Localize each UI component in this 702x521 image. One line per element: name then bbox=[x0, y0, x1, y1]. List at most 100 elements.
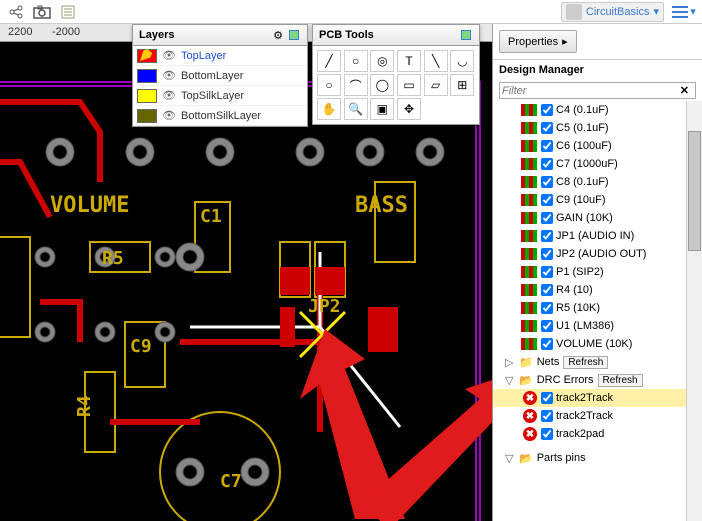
circle-tool-icon[interactable]: ○ bbox=[317, 74, 341, 96]
component-footprint-icon bbox=[521, 338, 537, 350]
eye-icon[interactable]: 👁 bbox=[161, 108, 177, 124]
visibility-checkbox[interactable] bbox=[541, 176, 553, 188]
component-label: JP2 (AUDIO OUT) bbox=[556, 248, 646, 260]
top-toolbar: CircuitBasics ▾ ▾ bbox=[0, 0, 702, 24]
refresh-button[interactable]: Refresh bbox=[598, 374, 643, 387]
eye-icon[interactable]: 👁 bbox=[161, 48, 177, 64]
text-tool-icon[interactable]: T bbox=[397, 50, 421, 72]
tree-item-component[interactable]: C7 (1000uF) bbox=[493, 155, 702, 173]
layers-panel-title: Layers bbox=[139, 29, 269, 41]
layer-label: BottomLayer bbox=[181, 70, 243, 82]
share-icon[interactable] bbox=[4, 1, 28, 23]
pad-tool-icon[interactable]: ○ bbox=[344, 50, 368, 72]
minimize-icon[interactable] bbox=[459, 28, 473, 42]
via-tool-icon[interactable]: ◎ bbox=[370, 50, 394, 72]
visibility-checkbox[interactable] bbox=[541, 194, 553, 206]
eye-icon[interactable]: 👁 bbox=[161, 88, 177, 104]
tree-item-component[interactable]: JP2 (AUDIO OUT) bbox=[493, 245, 702, 263]
ruler-tick: 2200 bbox=[8, 26, 32, 38]
tree-item-component[interactable]: JP1 (AUDIO IN) bbox=[493, 227, 702, 245]
filter-input[interactable] bbox=[502, 85, 676, 97]
color-swatch bbox=[137, 49, 157, 63]
arc-tool-icon[interactable]: ◡ bbox=[450, 50, 474, 72]
visibility-checkbox[interactable] bbox=[541, 320, 553, 332]
tree-item-component[interactable]: C6 (100uF) bbox=[493, 137, 702, 155]
scrollbar[interactable] bbox=[686, 101, 702, 521]
tree-item-component[interactable]: GAIN (10K) bbox=[493, 209, 702, 227]
component-label: C9 (10uF) bbox=[556, 194, 606, 206]
component-footprint-icon bbox=[521, 320, 537, 332]
visibility-checkbox[interactable] bbox=[541, 266, 553, 278]
tree-item-component[interactable]: R4 (10) bbox=[493, 281, 702, 299]
tree-item-component[interactable]: VOLUME (10K) bbox=[493, 335, 702, 353]
properties-button[interactable]: Properties ▸ bbox=[499, 30, 577, 53]
array-tool-icon[interactable]: ⊞ bbox=[450, 74, 474, 96]
drc-error-item[interactable]: ✖track2Track bbox=[493, 389, 702, 407]
layer-row-botsilk[interactable]: 👁 BottomSilkLayer bbox=[133, 106, 307, 126]
move-tool-icon[interactable]: ✥ bbox=[397, 98, 421, 120]
eye-icon[interactable]: 👁 bbox=[161, 68, 177, 84]
visibility-checkbox[interactable] bbox=[541, 104, 553, 116]
line-tool-icon[interactable]: ╲ bbox=[424, 50, 448, 72]
svg-text:R5: R5 bbox=[102, 248, 124, 269]
folder-open-icon: 📂 bbox=[519, 452, 533, 465]
tree-item-component[interactable]: C4 (0.1uF) bbox=[493, 101, 702, 119]
tree-group-parts-pins[interactable]: ▽ 📂 Parts pins bbox=[493, 449, 702, 467]
image-tool-icon[interactable]: ▣ bbox=[370, 98, 394, 120]
clear-filter-icon[interactable]: ✕ bbox=[676, 84, 693, 97]
visibility-checkbox[interactable] bbox=[541, 122, 553, 134]
user-name: CircuitBasics bbox=[586, 6, 650, 18]
pcb-canvas[interactable]: 2200 -2000 bbox=[0, 24, 492, 521]
refresh-button[interactable]: Refresh bbox=[563, 356, 608, 369]
visibility-checkbox[interactable] bbox=[541, 428, 553, 440]
hand-tool-icon[interactable]: ✋ bbox=[317, 98, 341, 120]
component-footprint-icon bbox=[521, 302, 537, 314]
visibility-checkbox[interactable] bbox=[541, 230, 553, 242]
tree-group-drc[interactable]: ▽ 📂 DRC Errors Refresh bbox=[493, 371, 702, 389]
layer-row-bottom[interactable]: 👁 BottomLayer bbox=[133, 66, 307, 86]
region-tool-icon[interactable]: ▱ bbox=[424, 74, 448, 96]
component-label: R4 (10) bbox=[556, 284, 593, 296]
user-menu[interactable]: CircuitBasics ▾ bbox=[561, 2, 664, 22]
tree-group-nets[interactable]: ▷ 📁 Nets Refresh bbox=[493, 353, 702, 371]
visibility-checkbox[interactable] bbox=[541, 410, 553, 422]
layer-row-topsilk[interactable]: 👁 TopSilkLayer bbox=[133, 86, 307, 106]
drc-error-item[interactable]: ✖track2Track bbox=[493, 407, 702, 425]
rect-tool-icon[interactable]: ▭ bbox=[397, 74, 421, 96]
gear-icon[interactable]: ⚙ bbox=[271, 28, 285, 42]
layer-label: TopLayer bbox=[181, 50, 226, 62]
tree-item-component[interactable]: P1 (SIP2) bbox=[493, 263, 702, 281]
arc2-tool-icon[interactable]: ⌒ bbox=[344, 74, 368, 96]
camera-icon[interactable] bbox=[30, 1, 54, 23]
tree-item-component[interactable]: R5 (10K) bbox=[493, 299, 702, 317]
visibility-checkbox[interactable] bbox=[541, 338, 553, 350]
drc-error-label: track2Track bbox=[556, 410, 613, 422]
visibility-checkbox[interactable] bbox=[541, 302, 553, 314]
tree-item-component[interactable]: C5 (0.1uF) bbox=[493, 119, 702, 137]
history-icon[interactable] bbox=[56, 1, 80, 23]
layer-row-top[interactable]: 👁 TopLayer bbox=[133, 46, 307, 66]
collapse-icon: ▽ bbox=[505, 452, 515, 465]
tree-item-component[interactable]: U1 (LM386) bbox=[493, 317, 702, 335]
svg-text:C1: C1 bbox=[200, 206, 222, 227]
properties-label: Properties bbox=[508, 36, 558, 48]
drc-error-item[interactable]: ✖track2pad bbox=[493, 425, 702, 443]
visibility-checkbox[interactable] bbox=[541, 392, 553, 404]
visibility-checkbox[interactable] bbox=[541, 158, 553, 170]
menu-icon[interactable]: ▾ bbox=[672, 1, 696, 23]
track-tool-icon[interactable]: ╱ bbox=[317, 50, 341, 72]
visibility-checkbox[interactable] bbox=[541, 212, 553, 224]
component-label: C7 (1000uF) bbox=[556, 158, 618, 170]
collapse-icon: ▽ bbox=[505, 374, 515, 387]
tree-item-component[interactable]: C9 (10uF) bbox=[493, 191, 702, 209]
design-tree[interactable]: C4 (0.1uF)C5 (0.1uF)C6 (100uF) C7 (1000uF… bbox=[493, 101, 702, 521]
ellipse-tool-icon[interactable]: ◯ bbox=[370, 74, 394, 96]
visibility-checkbox[interactable] bbox=[541, 140, 553, 152]
tree-item-component[interactable]: C8 (0.1uF) bbox=[493, 173, 702, 191]
minimize-icon[interactable] bbox=[287, 28, 301, 42]
folder-open-icon: 📂 bbox=[519, 374, 533, 387]
zoom-tool-icon[interactable]: 🔍 bbox=[344, 98, 368, 120]
scrollbar-thumb[interactable] bbox=[688, 131, 701, 251]
visibility-checkbox[interactable] bbox=[541, 284, 553, 296]
visibility-checkbox[interactable] bbox=[541, 248, 553, 260]
